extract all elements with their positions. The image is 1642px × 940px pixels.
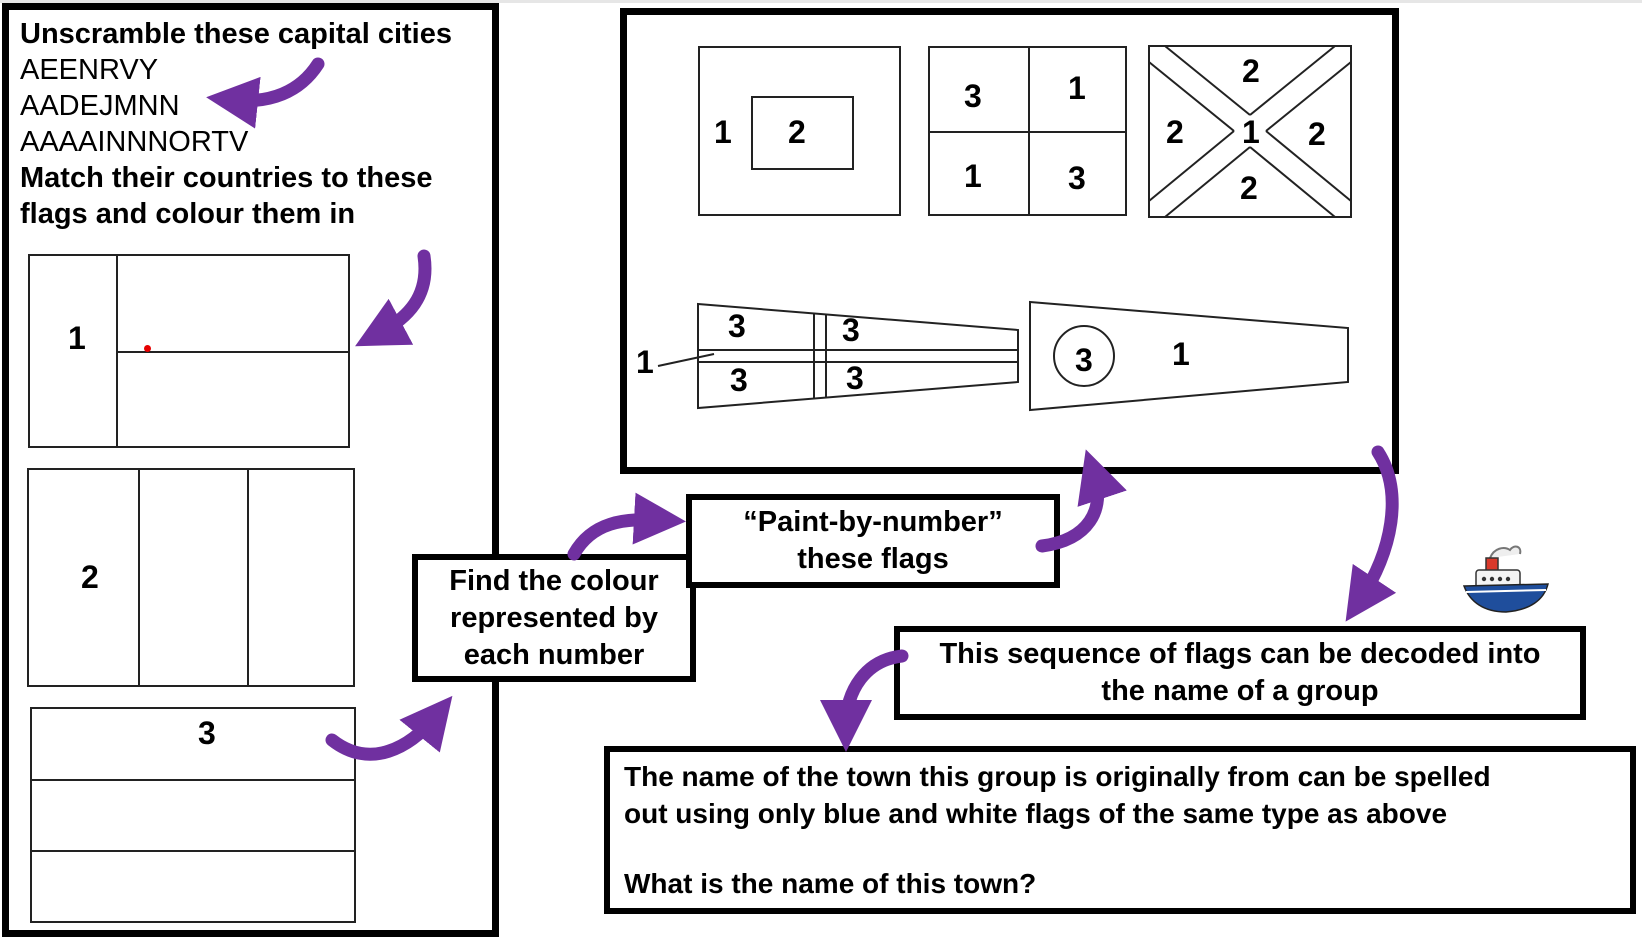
curved-arrow-icon [1345, 445, 1399, 622]
arrows-layer [206, 57, 1399, 761]
curved-arrow-icon [355, 249, 432, 347]
curved-arrow-icon [325, 695, 453, 761]
curved-arrow-icon [820, 649, 909, 752]
curved-arrow-icon [206, 57, 325, 129]
curved-arrow-icon [567, 492, 686, 561]
slide: { "left_panel": { "title": "Unscramble t… [0, 0, 1642, 940]
ship-icon [1462, 545, 1549, 613]
curved-arrow-icon [1035, 449, 1127, 553]
